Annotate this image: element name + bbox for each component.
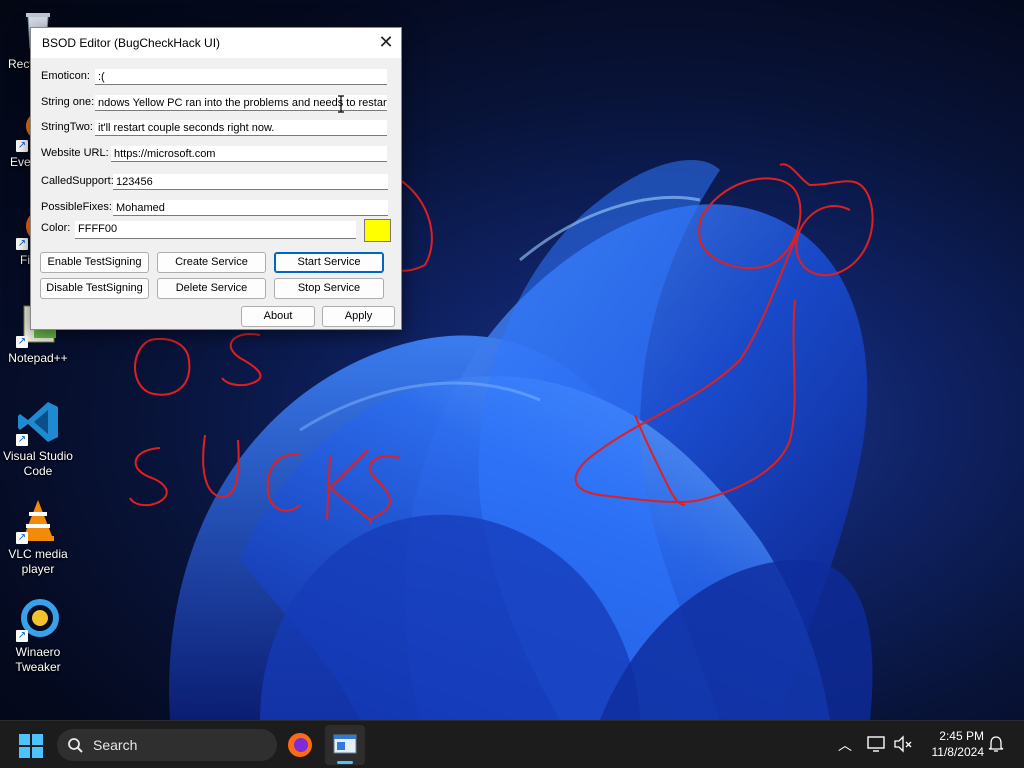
chevron-up-icon[interactable]: ︿ (838, 735, 852, 755)
website-url-label: Website URL: (41, 147, 109, 159)
clock-time: 2:45 PM (939, 729, 984, 743)
vscode-icon: ↗ (14, 398, 62, 446)
desktop-icon-vscode[interactable]: ↗ Visual Studio Code (0, 398, 76, 479)
color-swatch[interactable] (364, 219, 391, 242)
stop-service-button[interactable]: Stop Service (274, 278, 384, 299)
start-button[interactable] (18, 733, 44, 759)
desktop-icon-label: Visual Studio Code (3, 449, 73, 478)
shortcut-arrow-icon: ↗ (16, 238, 28, 250)
apply-button[interactable]: Apply (322, 306, 395, 327)
delete-service-button[interactable]: Delete Service (157, 278, 266, 299)
shortcut-arrow-icon: ↗ (16, 336, 28, 348)
notification-bell-icon[interactable] (987, 735, 1005, 753)
firefox-icon (288, 733, 312, 757)
app-window-icon (333, 734, 357, 754)
windows-logo-icon (19, 734, 43, 758)
winaero-tweaker-icon: ↗ (14, 594, 62, 642)
start-service-button[interactable]: Start Service (274, 252, 384, 273)
window-titlebar[interactable]: BSOD Editor (BugCheckHack UI) ✕ (31, 28, 401, 58)
text-cursor-icon (338, 95, 344, 113)
network-icon[interactable] (866, 735, 886, 753)
taskbar-firefox[interactable] (286, 731, 314, 759)
desktop-icon-label: Winaero Tweaker (15, 645, 61, 674)
clock-date: 11/8/2024 (931, 745, 985, 759)
taskbar-bsod-editor[interactable] (325, 725, 365, 765)
taskbar: Search ︿ 2:45 PM 11/8/2024 (0, 720, 1024, 768)
window-title: BSOD Editor (BugCheckHack UI) (42, 36, 221, 50)
desktop-icon-label: VLC media player (8, 547, 68, 576)
color-input[interactable]: FFFF00 (75, 221, 356, 239)
taskbar-search-box[interactable]: Search (57, 729, 277, 761)
desktop-icon-winaero-tweaker[interactable]: ↗ Winaero Tweaker (0, 594, 76, 675)
website-url-input[interactable]: https://microsoft.com (111, 146, 387, 162)
volume-muted-icon[interactable] (893, 735, 913, 753)
string-two-input[interactable]: it'll restart couple seconds right now. (95, 120, 387, 136)
active-indicator (337, 761, 353, 764)
vlc-icon: ↗ (14, 496, 62, 544)
search-label: Search (93, 737, 138, 753)
color-label: Color: (41, 222, 71, 234)
enable-testsigning-button[interactable]: Enable TestSigning (40, 252, 149, 273)
desktop-icon-label: Notepad++ (8, 351, 68, 365)
shortcut-arrow-icon: ↗ (16, 630, 28, 642)
called-support-label: CalledSupport: (41, 175, 114, 187)
shortcut-arrow-icon: ↗ (16, 140, 28, 152)
shortcut-arrow-icon: ↗ (16, 532, 28, 544)
search-icon (68, 738, 83, 753)
about-button[interactable]: About (241, 306, 315, 327)
clock[interactable]: 2:45 PM 11/8/2024 (918, 728, 985, 760)
bsod-editor-window: BSOD Editor (BugCheckHack UI) ✕ Emoticon… (30, 27, 402, 330)
desktop-icon-vlc[interactable]: ↗ VLC media player (0, 496, 76, 577)
disable-testsigning-button[interactable]: Disable TestSigning (40, 278, 149, 299)
string-one-label: String one: (41, 96, 95, 108)
close-icon[interactable]: ✕ (371, 28, 401, 58)
called-support-input[interactable]: 123456 (113, 174, 388, 190)
possible-fixes-input[interactable]: Mohamed (113, 200, 388, 216)
emoticon-input[interactable]: :( (95, 69, 387, 85)
possible-fixes-label: PossibleFixes: (41, 201, 112, 213)
emoticon-label: Emoticon: (41, 70, 90, 82)
create-service-button[interactable]: Create Service (157, 252, 266, 273)
shortcut-arrow-icon: ↗ (16, 434, 28, 446)
string-two-label: StringTwo: (41, 121, 93, 133)
